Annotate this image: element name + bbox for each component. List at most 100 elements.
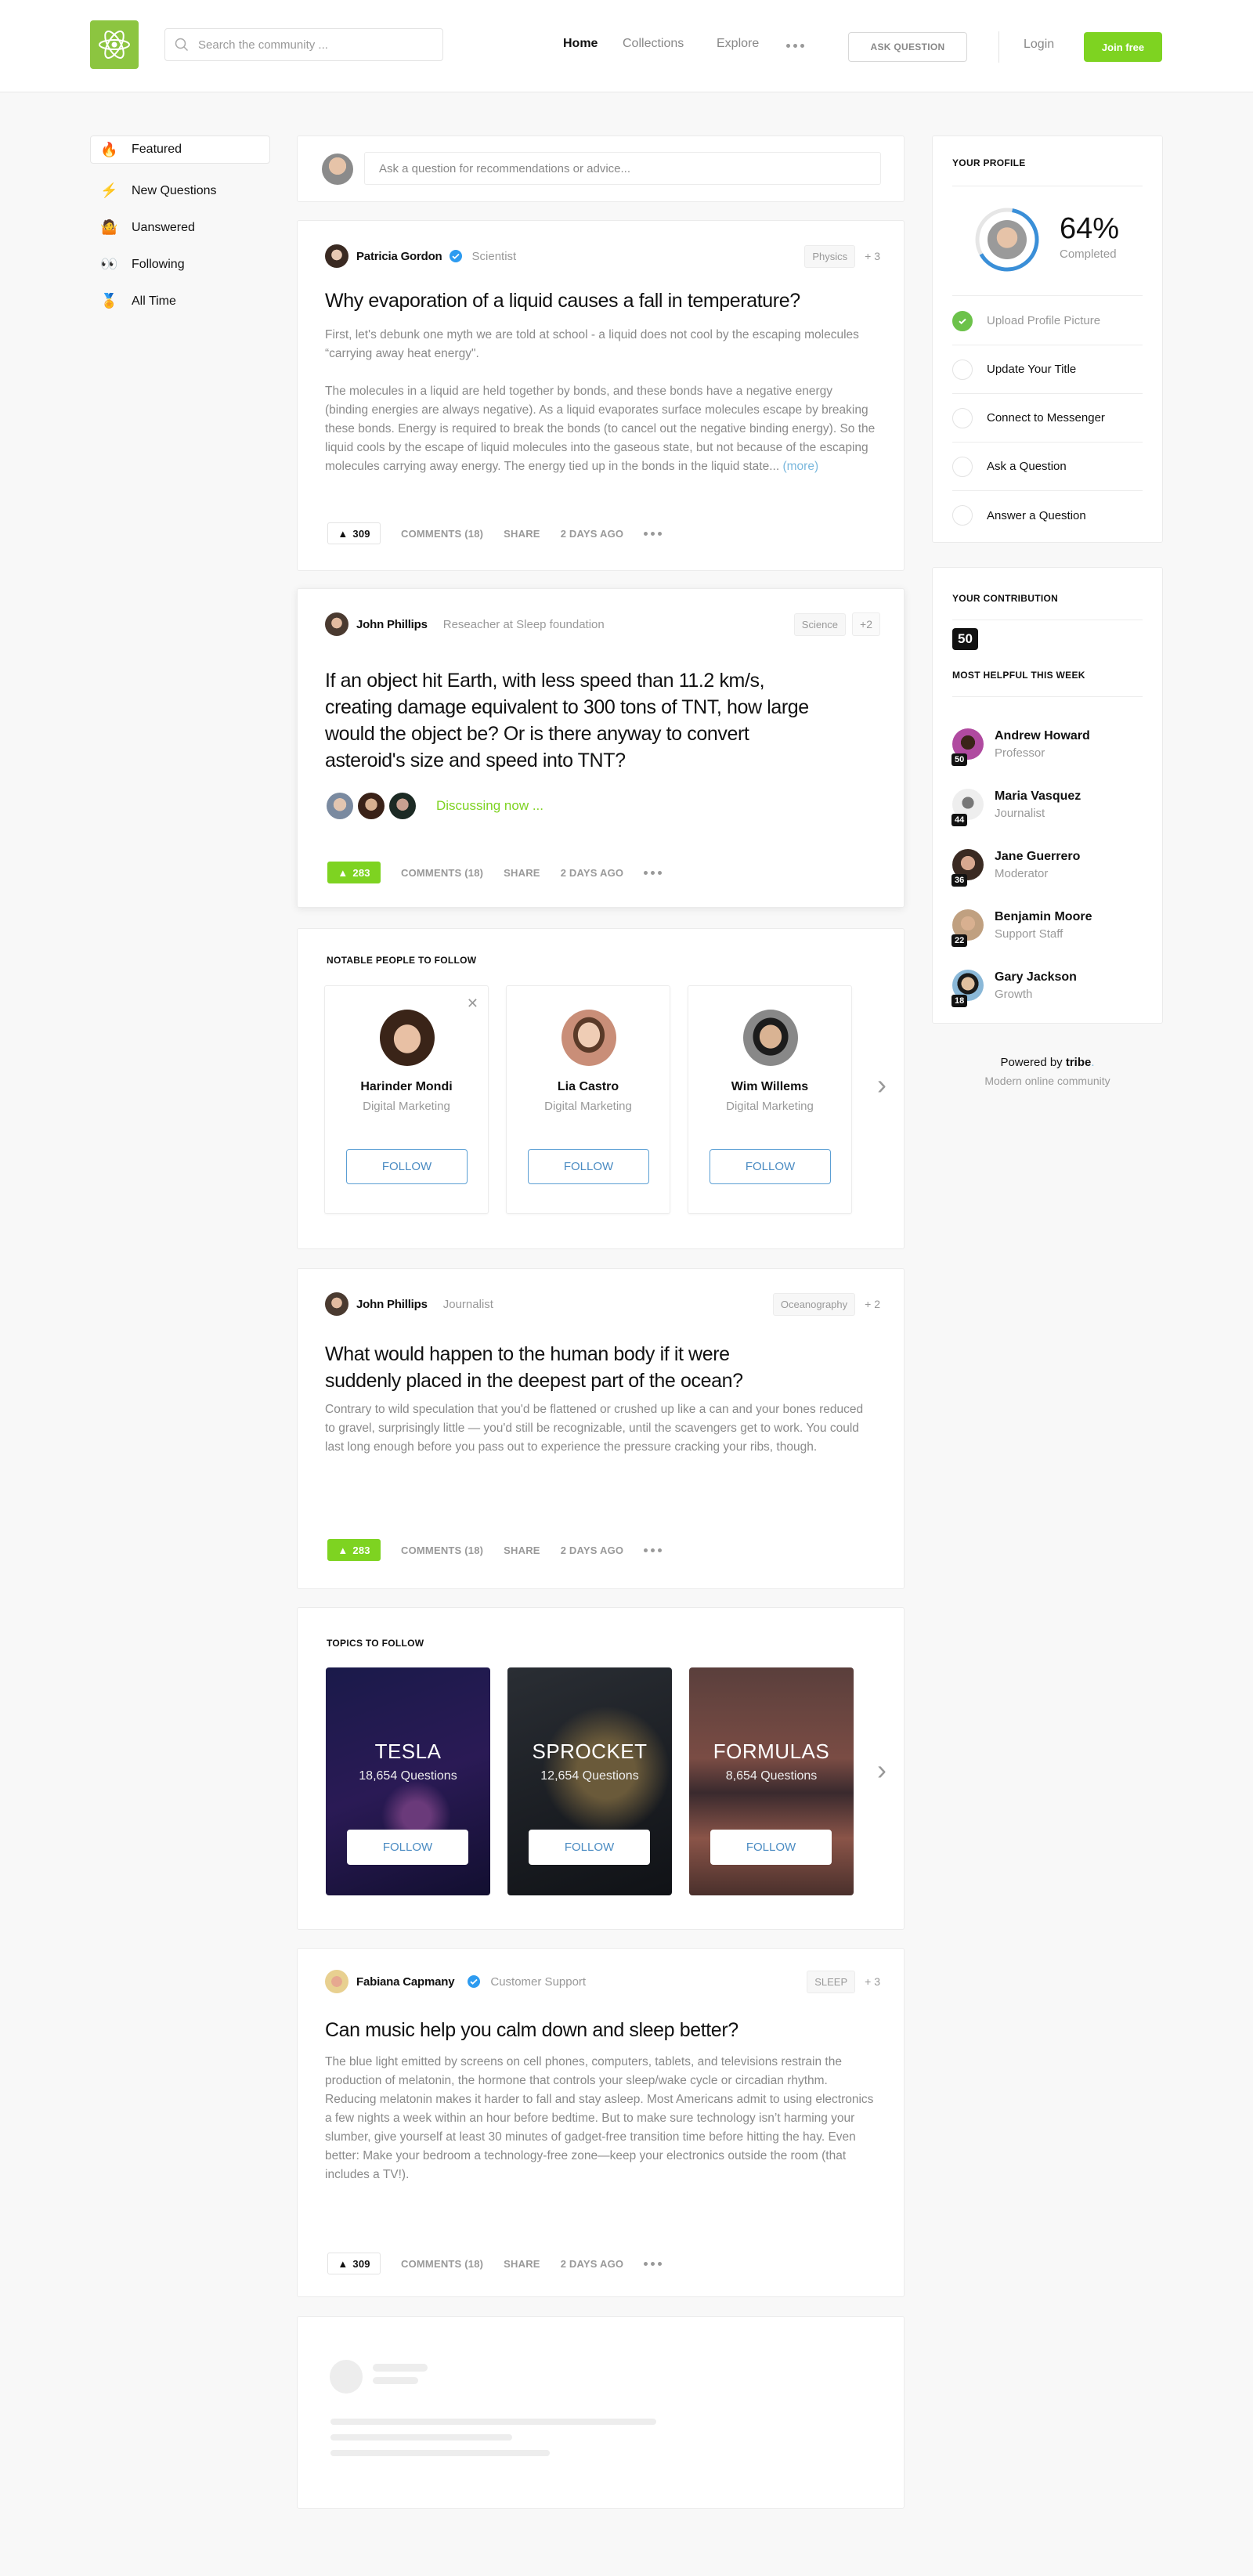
- more-tags[interactable]: + 2: [865, 1298, 880, 1310]
- topic-tag[interactable]: Science: [793, 612, 847, 636]
- more-options-icon[interactable]: [644, 870, 663, 875]
- share-link[interactable]: SHARE: [504, 528, 540, 540]
- author-avatar[interactable]: [325, 244, 348, 268]
- post-title[interactable]: Why evaporation of a liquid causes a fal…: [325, 287, 841, 314]
- sidebar-item-unanswered[interactable]: 🤷 Uanswered: [90, 209, 270, 246]
- more-options-icon[interactable]: [644, 2261, 663, 2266]
- follow-button[interactable]: FOLLOW: [529, 1830, 650, 1865]
- follow-button[interactable]: FOLLOW: [528, 1149, 649, 1184]
- author-avatar[interactable]: [325, 612, 348, 636]
- person-name[interactable]: Wim Willems: [688, 1080, 851, 1094]
- share-link[interactable]: SHARE: [504, 1545, 540, 1556]
- follow-button[interactable]: FOLLOW: [346, 1149, 468, 1184]
- nav-explore[interactable]: Explore: [717, 37, 759, 51]
- participant-avatar[interactable]: [389, 793, 416, 819]
- more-options-icon[interactable]: [644, 1548, 663, 1552]
- author-avatar[interactable]: [325, 1292, 348, 1316]
- chevron-right-icon[interactable]: ›: [877, 1754, 886, 1787]
- empty-circle-icon[interactable]: [952, 407, 973, 428]
- more-tags[interactable]: + 3: [865, 250, 880, 262]
- search-input[interactable]: [198, 29, 433, 60]
- more-tags[interactable]: +2: [852, 612, 880, 636]
- helper-name[interactable]: Benjamin Moore: [995, 910, 1092, 924]
- comments-link[interactable]: COMMENTS (18): [401, 1545, 483, 1556]
- ask-question-input[interactable]: [364, 152, 881, 185]
- helper-item[interactable]: 44 Maria Vasquez Journalist: [951, 781, 1081, 828]
- comments-link[interactable]: COMMENTS (18): [401, 2258, 483, 2270]
- topic-card[interactable]: TESLA 18,654 Questions FOLLOW: [326, 1667, 490, 1895]
- author-name[interactable]: Fabiana Capmany: [356, 1975, 455, 1989]
- follow-button[interactable]: FOLLOW: [347, 1830, 468, 1865]
- upvote-button[interactable]: ▲ 309: [327, 522, 381, 544]
- more-menu-icon[interactable]: [786, 44, 804, 48]
- participant-avatar[interactable]: [358, 793, 385, 819]
- user-avatar[interactable]: [988, 220, 1027, 259]
- sidebar-item-featured[interactable]: 🔥 Featured: [90, 135, 270, 164]
- helper-item[interactable]: 22 Benjamin Moore Support Staff: [951, 901, 1092, 948]
- profile-task-item[interactable]: Answer a Question: [952, 491, 1143, 540]
- join-free-button[interactable]: Join free: [1084, 32, 1162, 62]
- profile-task-item[interactable]: Update Your Title: [952, 345, 1143, 394]
- read-more-link[interactable]: (more): [782, 460, 818, 473]
- helper-name[interactable]: Jane Guerrero: [995, 850, 1080, 864]
- participant-avatar[interactable]: [327, 793, 353, 819]
- helper-avatar[interactable]: 44: [951, 789, 984, 826]
- author-avatar[interactable]: [325, 1970, 348, 1993]
- topic-card[interactable]: FORMULAS 8,654 Questions FOLLOW: [689, 1667, 854, 1895]
- author-name[interactable]: Patricia Gordon: [356, 250, 442, 263]
- profile-task-item[interactable]: Ask a Question: [952, 443, 1143, 491]
- sidebar-item-new-questions[interactable]: ⚡ New Questions: [90, 172, 270, 209]
- person-avatar[interactable]: [743, 1010, 798, 1066]
- topic-tag[interactable]: Physics: [804, 244, 856, 268]
- helper-item[interactable]: 18 Gary Jackson Growth: [951, 962, 1077, 1009]
- sidebar-item-all-time[interactable]: 🏅 All Time: [90, 283, 270, 320]
- post-title[interactable]: If an object hit Earth, with less speed …: [325, 667, 810, 774]
- helper-avatar[interactable]: 18: [951, 970, 984, 1007]
- empty-circle-icon[interactable]: [952, 456, 973, 477]
- person-name[interactable]: Lia Castro: [507, 1080, 670, 1094]
- more-tags[interactable]: + 3: [865, 1975, 880, 1988]
- nav-collections[interactable]: Collections: [623, 37, 684, 51]
- helper-item[interactable]: 50 Andrew Howard Professor: [951, 721, 1090, 768]
- user-avatar[interactable]: [322, 154, 353, 185]
- topic-tag[interactable]: SLEEP: [807, 1970, 856, 1993]
- atom-logo-icon[interactable]: [90, 20, 139, 69]
- helper-avatar[interactable]: 50: [951, 728, 984, 766]
- follow-button[interactable]: FOLLOW: [710, 1149, 831, 1184]
- post-title[interactable]: Can music help you calm down and sleep b…: [325, 2017, 841, 2043]
- ask-question-button[interactable]: ASK QUESTION: [848, 32, 967, 62]
- helper-name[interactable]: Andrew Howard: [995, 729, 1090, 743]
- share-link[interactable]: SHARE: [504, 2258, 540, 2270]
- empty-circle-icon[interactable]: [952, 505, 973, 526]
- person-avatar[interactable]: [380, 1010, 435, 1066]
- upvote-button[interactable]: ▲ 283: [327, 1539, 381, 1561]
- sidebar-item-following[interactable]: 👀 Following: [90, 246, 270, 283]
- close-icon[interactable]: ✕: [467, 995, 478, 1012]
- comments-link[interactable]: COMMENTS (18): [401, 867, 483, 879]
- helper-avatar[interactable]: 22: [951, 909, 984, 947]
- nav-home[interactable]: Home: [563, 37, 598, 51]
- author-name[interactable]: John Phillips: [356, 1298, 428, 1311]
- topic-card[interactable]: SPROCKET 12,654 Questions FOLLOW: [507, 1667, 672, 1895]
- helper-avatar[interactable]: 36: [951, 849, 984, 887]
- helper-name[interactable]: Maria Vasquez: [995, 789, 1081, 804]
- search-box[interactable]: [164, 28, 443, 61]
- share-link[interactable]: SHARE: [504, 867, 540, 879]
- author-name[interactable]: John Phillips: [356, 618, 428, 631]
- follow-button[interactable]: FOLLOW: [710, 1830, 832, 1865]
- upvote-button[interactable]: ▲ 283: [327, 862, 381, 883]
- profile-task-item[interactable]: Upload Profile Picture: [952, 297, 1143, 345]
- helper-name[interactable]: Gary Jackson: [995, 970, 1077, 985]
- person-name[interactable]: Harinder Mondi: [325, 1080, 488, 1094]
- checkmark-icon[interactable]: [952, 310, 973, 331]
- login-link[interactable]: Login: [1024, 38, 1054, 52]
- topic-tag[interactable]: Oceanography: [772, 1292, 856, 1316]
- empty-circle-icon[interactable]: [952, 359, 973, 380]
- profile-task-item[interactable]: Connect to Messenger: [952, 394, 1143, 443]
- comments-link[interactable]: COMMENTS (18): [401, 528, 483, 540]
- helper-item[interactable]: 36 Jane Guerrero Moderator: [951, 841, 1080, 888]
- person-avatar[interactable]: [562, 1010, 616, 1066]
- more-options-icon[interactable]: [644, 531, 663, 536]
- chevron-right-icon[interactable]: ›: [877, 1068, 886, 1101]
- post-title[interactable]: What would happen to the human body if i…: [325, 1341, 794, 1394]
